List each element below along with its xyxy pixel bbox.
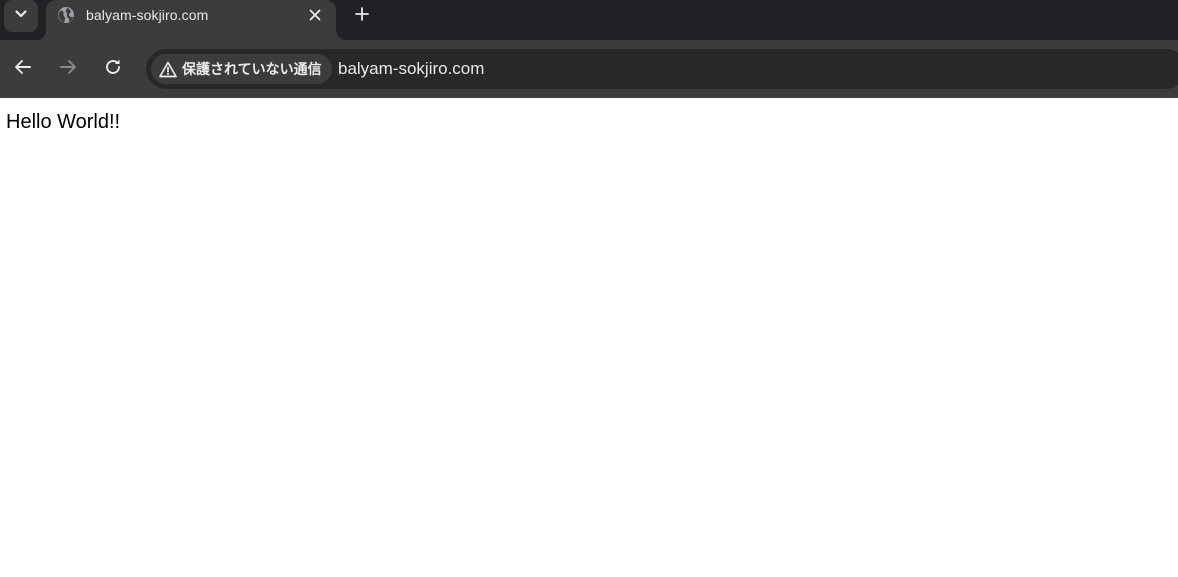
new-tab-button[interactable] (350, 4, 374, 28)
plus-icon (354, 6, 370, 27)
warning-icon (158, 59, 178, 79)
security-label: 保護されていない通信 (182, 61, 322, 77)
arrow-right-icon (58, 57, 78, 82)
tab-title: balyam-sokjiro.com (86, 7, 209, 23)
reload-button[interactable] (98, 54, 128, 84)
toolbar: 保護されていない通信 balyam-sokjiro.com (0, 40, 1178, 98)
tab-search-button[interactable] (4, 0, 38, 32)
security-chip[interactable]: 保護されていない通信 (151, 54, 332, 84)
chevron-down-icon (14, 7, 28, 26)
url-text[interactable]: balyam-sokjiro.com (338, 59, 484, 79)
arrow-left-icon (13, 57, 33, 82)
tab-strip: balyam-sokjiro.com (0, 0, 1178, 40)
close-icon[interactable] (306, 6, 324, 24)
page-content: Hello World!! (0, 98, 1178, 577)
forward-button[interactable] (53, 54, 83, 84)
globe-icon (57, 6, 75, 24)
back-button[interactable] (8, 54, 38, 84)
tab-active[interactable]: balyam-sokjiro.com (46, 0, 336, 40)
omnibox[interactable]: 保護されていない通信 balyam-sokjiro.com (146, 49, 1178, 89)
reload-icon (103, 57, 123, 82)
page-body-text: Hello World!! (6, 111, 121, 133)
